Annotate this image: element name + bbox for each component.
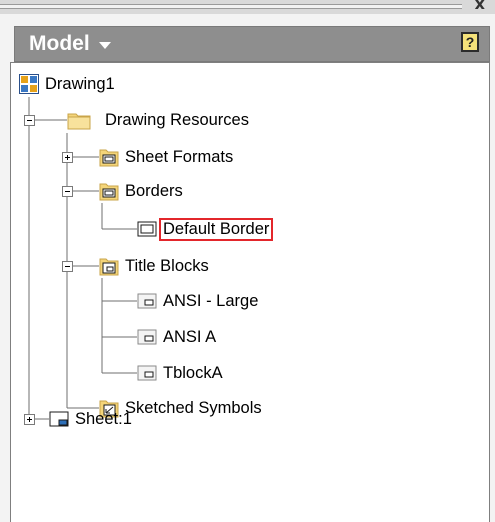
collapse-toggle-resources[interactable]: [24, 115, 35, 126]
tree-item-label: Sketched Symbols: [125, 398, 262, 417]
sheet-formats-folder-icon: [99, 147, 119, 167]
collapse-toggle-title-blocks[interactable]: [62, 261, 73, 272]
borders-folder-icon: [99, 181, 119, 201]
help-icon[interactable]: ?: [461, 32, 479, 52]
tree-item-label: Drawing Resources: [105, 110, 249, 129]
tree-item-label: ANSI A: [163, 327, 217, 346]
expand-toggle-sheet[interactable]: [24, 414, 35, 425]
drawing-icon: [19, 74, 39, 94]
chevron-down-icon[interactable]: [99, 42, 111, 49]
close-icon[interactable]: x: [475, 0, 485, 13]
tree-item-label: ANSI - Large: [163, 291, 259, 310]
tree-item-label: Sheet:1: [75, 409, 132, 428]
expand-toggle-sheet-formats[interactable]: [62, 152, 73, 163]
tree-item-borders[interactable]: Borders: [99, 178, 185, 204]
browser-tree: Drawing1 Drawing Resources Sheet Formats…: [10, 62, 490, 522]
title-block-icon: [137, 327, 157, 347]
tree-item-label: Title Blocks: [125, 256, 209, 275]
panel-resize-bar[interactable]: [0, 4, 462, 9]
tree-item-ansi-a[interactable]: ANSI A: [137, 324, 218, 350]
model-browser-panel: x Model ? Drawing1 Drawing Resources She…: [0, 0, 495, 522]
border-icon: [137, 219, 157, 239]
title-blocks-folder-icon: [99, 256, 119, 276]
title-block-icon: [137, 363, 157, 383]
panel-top-strip: x: [0, 0, 495, 14]
tree-item-sheet-1[interactable]: Sheet:1: [49, 406, 134, 432]
title-block-icon: [137, 291, 157, 311]
tree-item-drawing-resources[interactable]: Drawing Resources: [67, 107, 251, 133]
collapse-toggle-borders[interactable]: [62, 186, 73, 197]
folder-icon: [67, 110, 91, 130]
browser-title[interactable]: Model: [29, 32, 90, 56]
tree-item-ansi-large[interactable]: ANSI - Large: [137, 288, 260, 314]
tree-item-title-blocks[interactable]: Title Blocks: [99, 253, 211, 279]
tree-item-label: TblockA: [163, 363, 223, 382]
tree-item-drawing1[interactable]: Drawing1: [19, 71, 117, 97]
tree-item-default-border[interactable]: Default Border: [137, 216, 274, 242]
tree-item-label: Drawing1: [45, 74, 115, 93]
tree-item-sheet-formats[interactable]: Sheet Formats: [99, 144, 235, 170]
tree-item-label: Borders: [125, 181, 183, 200]
sheet-icon: [49, 409, 69, 429]
tree-item-tblocka[interactable]: TblockA: [137, 360, 225, 386]
tree-item-label-selected: Default Border: [159, 217, 274, 241]
tree-item-label: Sheet Formats: [125, 147, 234, 166]
browser-header: Model ?: [14, 26, 490, 62]
